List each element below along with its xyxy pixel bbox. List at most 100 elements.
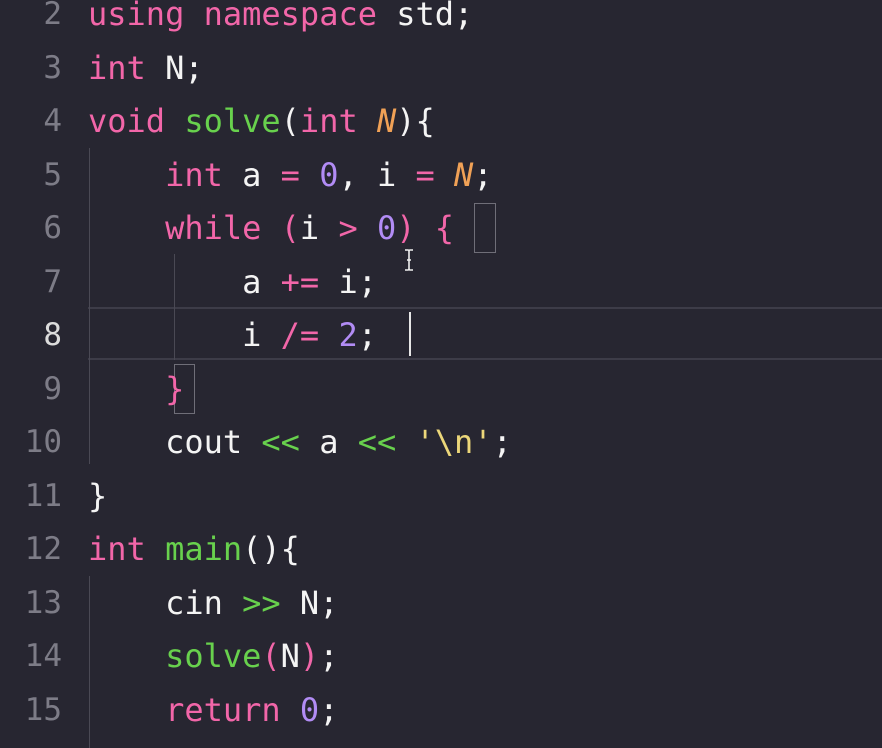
code-token: <<	[357, 423, 397, 461]
code-text[interactable]: while (i > 0) {	[88, 201, 454, 255]
code-token: =	[280, 155, 300, 194]
line-number[interactable]: 5	[0, 148, 62, 202]
line-number[interactable]: 3	[0, 41, 62, 95]
line-number[interactable]: 14	[0, 629, 62, 683]
code-token: (	[261, 637, 281, 675]
code-token: cin	[88, 583, 243, 622]
code-token: )	[299, 637, 320, 675]
code-text[interactable]: return 0;	[88, 683, 338, 737]
code-token: }	[165, 369, 185, 408]
code-token: ;	[319, 637, 339, 675]
code-token: N	[280, 637, 300, 675]
code-text[interactable]: cout << a << '\n';	[88, 415, 512, 469]
code-token: i	[88, 316, 281, 354]
code-text[interactable]: void solve(int N){	[88, 94, 435, 148]
line-number[interactable]: 12	[0, 522, 62, 576]
code-token: >>	[242, 583, 281, 622]
code-line[interactable]: 11}	[0, 469, 882, 523]
code-token: (	[280, 209, 300, 247]
line-number[interactable]: 8	[0, 308, 62, 362]
code-token: a	[88, 262, 281, 301]
code-token: int	[299, 102, 358, 140]
code-line[interactable]: 8 i /= 2;	[0, 308, 882, 362]
code-token: N;	[280, 583, 339, 622]
code-line[interactable]: 3 int N;	[0, 41, 882, 95]
code-token: main	[165, 530, 243, 568]
line-number[interactable]: 4	[0, 94, 62, 148]
code-token: }	[88, 476, 108, 515]
code-text[interactable]: using namespace std;	[88, 0, 473, 41]
code-token: N	[454, 155, 474, 194]
line-number[interactable]: 11	[0, 469, 62, 523]
code-token: void	[88, 102, 166, 140]
code-line[interactable]: 7 a += i;	[0, 255, 882, 309]
line-number[interactable]: 2	[0, 0, 62, 41]
code-token: 0	[319, 155, 339, 194]
code-line[interactable]: 6 while (i > 0) {	[0, 201, 882, 255]
code-token: std;	[376, 0, 474, 33]
line-number[interactable]: 6	[0, 201, 62, 255]
code-token: ){	[396, 102, 435, 140]
code-token: cout	[88, 423, 262, 461]
code-token: ;	[319, 690, 339, 729]
code-line[interactable]: 2 using namespace std;	[0, 0, 882, 41]
code-token: while	[165, 209, 262, 247]
code-line[interactable]: 10 cout << a << '\n';	[0, 415, 882, 469]
code-text[interactable]: }	[88, 362, 184, 416]
code-text[interactable]: }	[88, 469, 107, 523]
code-line[interactable]: 13 cin >> N;	[0, 576, 882, 630]
code-text[interactable]: int main(){	[88, 522, 300, 576]
line-number[interactable]: 9	[0, 362, 62, 416]
code-text[interactable]: solve(N);	[88, 629, 338, 683]
code-token: int	[88, 48, 146, 87]
code-line[interactable]: 4 void solve(int N){	[0, 94, 882, 148]
code-token: 0	[376, 209, 397, 247]
line-number[interactable]: 13	[0, 576, 62, 630]
code-line[interactable]: 9 }	[0, 362, 882, 416]
code-token: N	[376, 102, 397, 140]
code-line[interactable]: 15 return 0;	[0, 683, 882, 737]
code-token: <<	[261, 423, 300, 461]
code-token: ;	[357, 316, 377, 354]
code-token: solve	[165, 637, 262, 675]
code-text[interactable]: cin >> N;	[88, 576, 338, 630]
code-line[interactable]: 14 solve(N);	[0, 629, 882, 683]
ibeam-cursor-icon	[405, 249, 413, 271]
code-text[interactable]: a += i;	[88, 255, 377, 309]
code-text[interactable]: int a = 0, i = N;	[88, 148, 493, 202]
code-token: , i	[338, 155, 416, 194]
code-text[interactable]: i /= 2;	[88, 308, 377, 362]
code-token: ;	[473, 155, 493, 194]
code-line[interactable]: 5 int a = 0, i = N;	[0, 148, 882, 202]
line-number[interactable]: 10	[0, 415, 62, 469]
code-token: =	[415, 155, 435, 194]
line-number[interactable]: 7	[0, 255, 62, 309]
code-line[interactable]: 12 int main(){	[0, 522, 882, 576]
code-token: >	[338, 209, 358, 247]
code-token: (){	[242, 530, 300, 568]
code-text[interactable]: int N;	[88, 41, 204, 95]
code-token: a	[299, 423, 358, 461]
code-token: solve	[184, 102, 281, 140]
code-token: using	[88, 0, 185, 33]
line-number[interactable]: 15	[0, 683, 62, 737]
code-token: 0	[299, 690, 320, 729]
code-editor[interactable]: 2 using namespace std; 3 int N; 4 void solve(…	[0, 0, 882, 748]
code-token: '\n'	[415, 423, 493, 461]
code-token: (	[280, 102, 300, 140]
